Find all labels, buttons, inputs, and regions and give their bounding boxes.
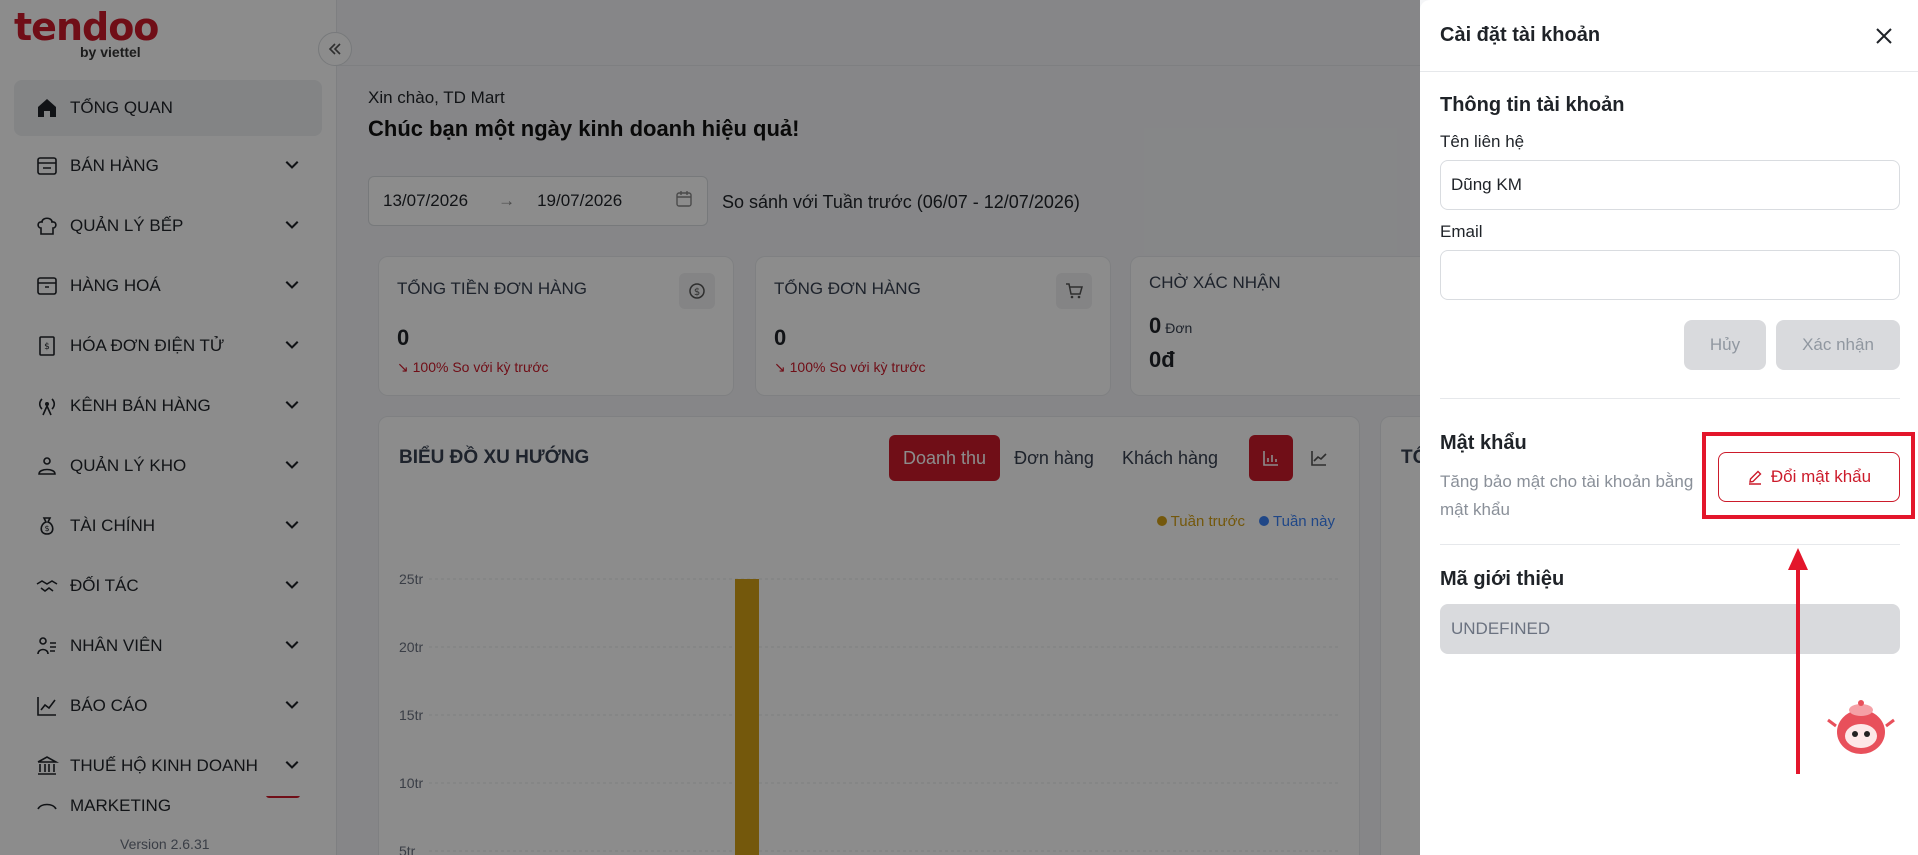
drawer-header: Cài đặt tài khoản bbox=[1420, 0, 1918, 72]
referral-code-input: UNDEFINED bbox=[1440, 604, 1900, 654]
close-button[interactable] bbox=[1870, 22, 1898, 50]
modal-overlay[interactable] bbox=[0, 0, 1420, 855]
contact-name-label: Tên liên hệ bbox=[1440, 132, 1525, 151]
account-info-heading: Thông tin tài khoản bbox=[1440, 94, 1625, 116]
referral-heading: Mã giới thiệu bbox=[1440, 568, 1565, 590]
close-icon bbox=[1876, 27, 1892, 44]
email-input[interactable] bbox=[1440, 250, 1900, 300]
annotation-arrow-icon bbox=[1788, 548, 1808, 774]
confirm-button[interactable]: Xác nhận bbox=[1776, 320, 1900, 370]
drawer-title: Cài đặt tài khoản bbox=[1440, 24, 1601, 46]
contact-name-input[interactable]: Dũng KM bbox=[1440, 160, 1900, 210]
divider bbox=[1440, 398, 1900, 399]
email-label: Email bbox=[1440, 222, 1483, 241]
highlight-box bbox=[1702, 432, 1915, 519]
cancel-button[interactable]: Hủy bbox=[1684, 320, 1766, 370]
support-mascot-icon[interactable] bbox=[1826, 690, 1896, 760]
password-heading: Mật khẩu bbox=[1440, 432, 1527, 454]
password-description: Tăng bảo mật cho tài khoản bằng mật khẩu bbox=[1440, 472, 1694, 519]
divider bbox=[1440, 544, 1900, 545]
